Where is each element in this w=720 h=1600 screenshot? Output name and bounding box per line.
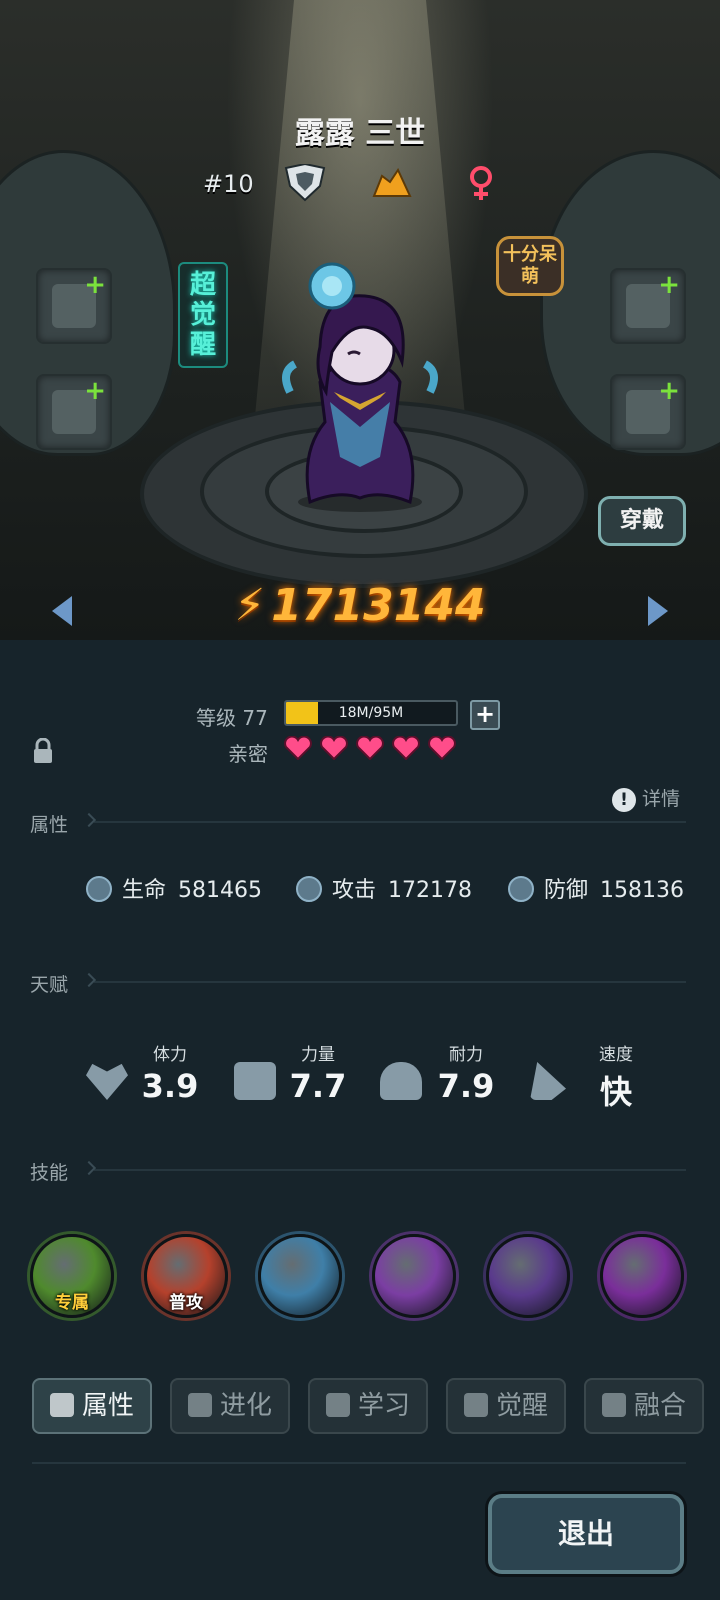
equip-slot-weapon[interactable]: +: [36, 268, 112, 344]
section-divider: [94, 821, 686, 823]
heart-icon: [284, 735, 312, 761]
skills-section-title: 技能: [30, 1162, 69, 1184]
talent-speed-value: 快: [599, 1073, 632, 1111]
tab-evolve[interactable]: 进化: [170, 1378, 290, 1434]
skill-2[interactable]: 普攻: [144, 1234, 228, 1318]
section-divider: [94, 981, 686, 983]
hero-showcase-scene: 露露 三世 #10 + + + + 超觉醒 十分呆萌 穿戴 ⚡ 1713144: [0, 0, 720, 640]
stat-defense: 防御 158136: [508, 872, 684, 904]
intimacy-label: 亲密: [228, 742, 268, 766]
talent-strength-value: 7.7: [289, 1067, 347, 1105]
shield-icon: [508, 876, 534, 902]
female-gender-icon: [470, 166, 492, 200]
skill-tag: 专属: [55, 1293, 89, 1313]
skill-tag: 普攻: [169, 1293, 203, 1313]
fusion-icon: [601, 1393, 626, 1417]
book-icon: [325, 1393, 350, 1417]
equip-slot-accessory[interactable]: +: [610, 374, 686, 450]
hero-character: [282, 262, 438, 512]
stat-defense-label: 防御: [544, 878, 589, 903]
skill-6[interactable]: [600, 1234, 684, 1318]
talent-endurance: 耐力 7.9: [436, 1040, 496, 1105]
stat-hp: 生命 581465: [86, 872, 262, 904]
combat-power: ⚡ 1713144: [0, 580, 720, 631]
talent-strength-label: 力量: [301, 1045, 335, 1065]
stat-defense-value: 158136: [600, 878, 684, 903]
muscle-icon: [380, 1062, 422, 1100]
fist-icon: [234, 1062, 276, 1100]
shield-class-icon[interactable]: [280, 164, 330, 202]
beast-icon: [463, 1393, 488, 1417]
super-awaken-badge: 超觉醒: [178, 262, 228, 368]
heart-icon: [392, 735, 420, 761]
tab-awaken-label: 觉醒: [495, 1391, 548, 1421]
sword-icon: [296, 876, 322, 902]
talent-strength: 力量 7.7: [288, 1040, 348, 1105]
stat-attack-label: 攻击: [332, 878, 377, 903]
tab-fusion[interactable]: 融合: [584, 1378, 704, 1434]
tab-awaken[interactable]: 觉醒: [446, 1378, 566, 1434]
talent-speed-label: 速度: [599, 1045, 633, 1065]
lock-icon[interactable]: [32, 737, 54, 768]
section-divider: [94, 1169, 686, 1171]
tab-evolve-label: 进化: [219, 1391, 272, 1421]
power-icon: ⚡: [234, 580, 266, 631]
paw-icon: [49, 1393, 74, 1417]
talent-speed: 速度快: [586, 1040, 646, 1113]
stat-attack: 攻击 172178: [296, 872, 472, 904]
tab-attributes[interactable]: 属性: [32, 1378, 152, 1434]
talent-stamina: 体力 3.9: [140, 1040, 200, 1105]
hero-rank: #10: [203, 170, 254, 198]
add-exp-button[interactable]: +: [470, 700, 500, 730]
stat-attack-value: 172178: [388, 878, 472, 903]
skill-5[interactable]: [486, 1234, 570, 1318]
talent-stamina-label: 体力: [153, 1045, 187, 1065]
stat-hp-value: 581465: [178, 878, 262, 903]
stat-hp-label: 生命: [122, 878, 167, 903]
skill-1[interactable]: 专属: [30, 1234, 114, 1318]
footer-divider: [32, 1462, 686, 1464]
attributes-section-title: 属性: [30, 814, 69, 836]
trait-badge[interactable]: 十分呆萌: [496, 236, 564, 296]
talent-section-title: 天赋: [30, 974, 69, 996]
tab-attributes-label: 属性: [81, 1391, 134, 1421]
tab-learn-label: 学习: [357, 1391, 410, 1421]
exp-text: 18M/95M: [338, 705, 404, 721]
equip-button[interactable]: 穿戴: [598, 496, 686, 546]
heart-icon: [356, 735, 384, 761]
add-icon: +: [84, 376, 106, 406]
details-button[interactable]: ! 详情: [612, 784, 680, 812]
earth-element-icon[interactable]: [372, 168, 412, 200]
exp-bar: 18M/95M: [284, 700, 458, 726]
heart-icon: [428, 735, 456, 761]
skill-4[interactable]: [372, 1234, 456, 1318]
hero-name: 露露 三世: [294, 116, 426, 151]
add-icon: +: [84, 270, 106, 300]
power-value: 1713144: [271, 580, 486, 631]
tab-learn[interactable]: 学习: [308, 1378, 428, 1434]
equip-slot-armor[interactable]: +: [36, 374, 112, 450]
talent-endurance-label: 耐力: [449, 1045, 483, 1065]
level-label: 等级 77: [196, 706, 268, 730]
add-icon: +: [658, 270, 680, 300]
equip-slot-helmet[interactable]: +: [610, 268, 686, 344]
arrow-up-icon: [187, 1393, 212, 1417]
tab-fusion-label: 融合: [633, 1391, 686, 1421]
heart-icon: [320, 735, 348, 761]
skill-3[interactable]: [258, 1234, 342, 1318]
talent-endurance-value: 7.9: [437, 1067, 495, 1105]
talent-stamina-value: 3.9: [141, 1067, 199, 1105]
info-icon: !: [612, 788, 636, 812]
details-label: 详情: [642, 788, 681, 810]
heart-shield-icon: [86, 876, 112, 902]
intimacy-hearts: [284, 735, 464, 764]
exit-button[interactable]: 退出: [488, 1494, 684, 1574]
add-icon: +: [658, 376, 680, 406]
